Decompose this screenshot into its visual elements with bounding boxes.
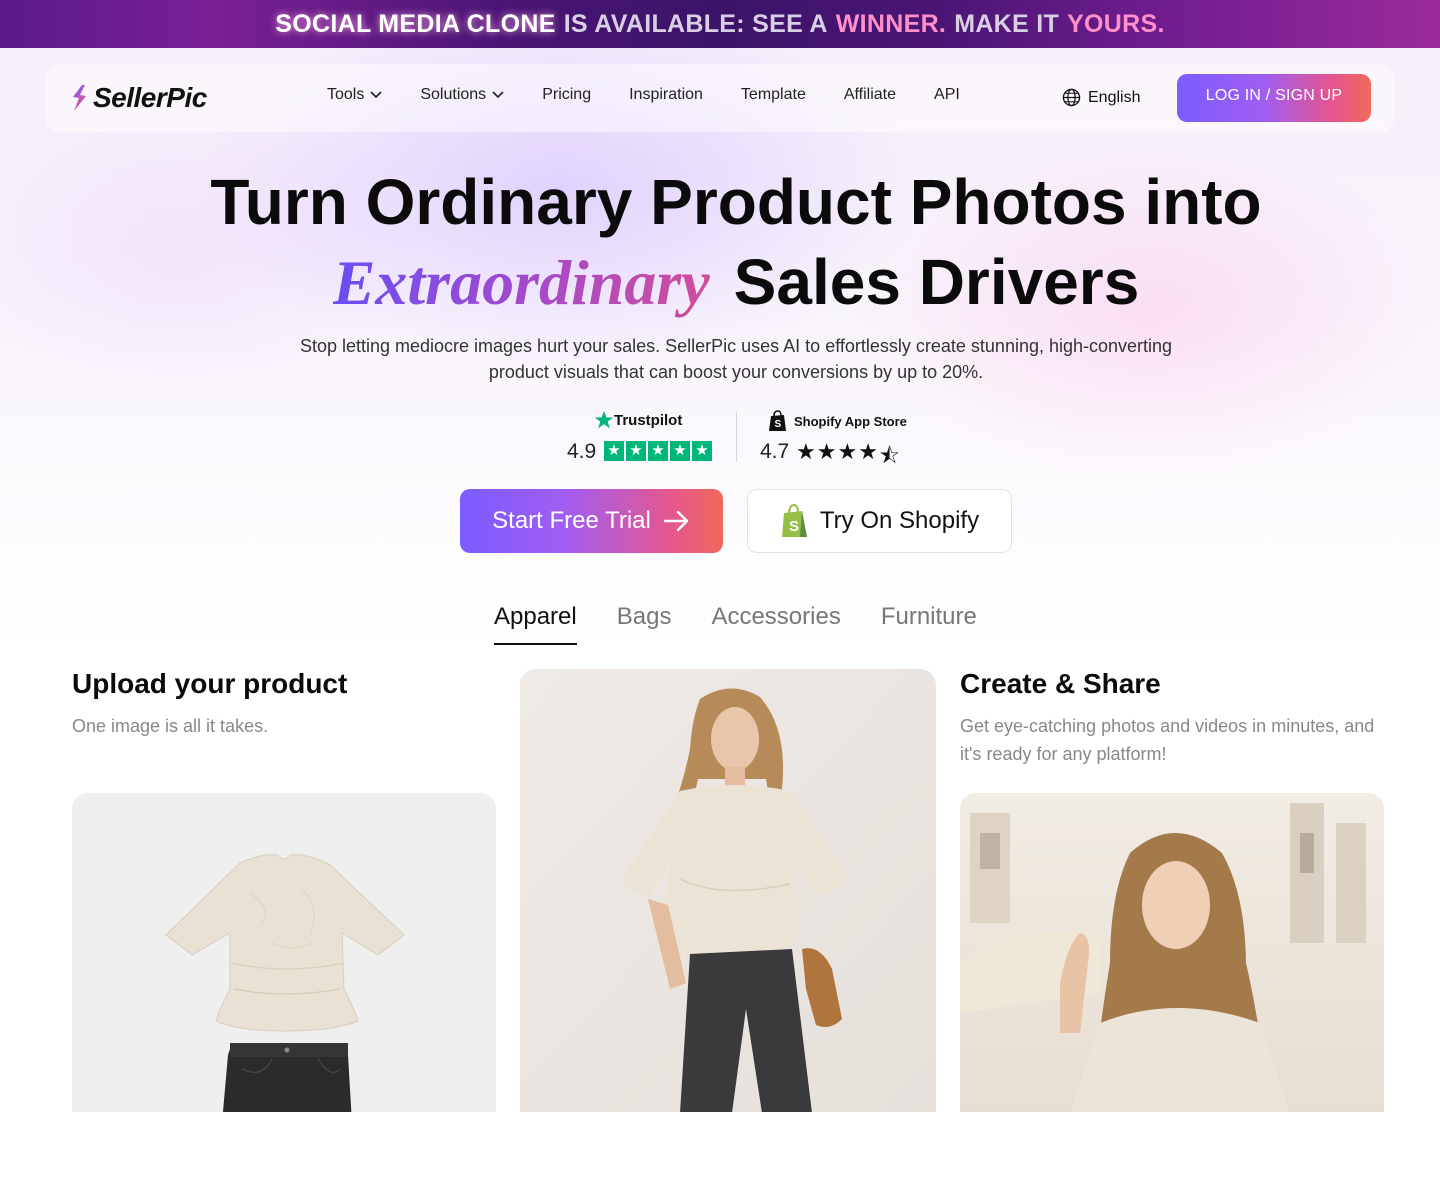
category-tabs: Apparel Bags Accessories Furniture (494, 603, 1017, 645)
hero-subtitle: Stop letting mediocre images hurt your s… (299, 336, 1173, 382)
shopify-logo-icon: S (781, 504, 807, 537)
login-signup-button[interactable]: LOG IN / SIGN UP (1177, 74, 1371, 122)
generated-lifestyle-image (960, 793, 1384, 1113)
shopify-score: 4.7 (760, 440, 790, 463)
half-star-icon: ⯪ (878, 443, 901, 468)
ratings-row: Trustpilot 4.9 ★ ★ ★ ★ ★ S Shopify App S… (0, 408, 1440, 468)
star-icon: ★ (626, 441, 646, 461)
trustpilot-score: 4.9 (567, 440, 597, 463)
language-label: English (1088, 88, 1141, 106)
promo-banner[interactable]: SOCIAL MEDIA CLONE IS AVAILABLE: SEE A W… (0, 0, 1440, 48)
hero-title-highlight: Extraordinary (332, 247, 710, 318)
star-icon: ★ (796, 439, 817, 464)
nav-affiliate[interactable]: Affiliate (844, 86, 896, 104)
svg-text:S: S (789, 518, 799, 535)
chevron-down-icon (370, 91, 382, 99)
banner-text-5: YOURS. (1067, 9, 1165, 38)
nav-solutions[interactable]: Solutions (420, 86, 504, 104)
nav-tools-label: Tools (327, 86, 365, 103)
hero-title-rest: Sales Drivers (733, 246, 1140, 318)
upload-description: One image is all it takes. (72, 716, 269, 736)
star-icon: ★ (816, 439, 838, 464)
nav-inspiration[interactable]: Inspiration (629, 86, 703, 104)
nav-api[interactable]: API (934, 86, 960, 104)
top-navigation: SellerPic Tools Solutions Pricing Inspir… (45, 64, 1395, 132)
banner-text-3: WINNER. (835, 9, 947, 38)
start-free-trial-button[interactable]: Start Free Trial (460, 489, 723, 553)
star-icon: ★ (648, 441, 668, 461)
trustpilot-stars: ★ ★ ★ ★ ★ (604, 441, 714, 461)
language-selector[interactable]: English (1062, 88, 1140, 107)
nav-template-label: Template (740, 86, 806, 103)
nav-tools[interactable]: Tools (327, 86, 382, 104)
upload-title: Upload your product (72, 668, 348, 699)
tab-bags[interactable]: Bags (617, 603, 672, 631)
product-upload-image (72, 793, 496, 1113)
star-icon: ★ (837, 439, 859, 464)
shopify-stars: ★ ★ ★ ★ ⯪ (796, 439, 901, 477)
hero-title-line1: Turn Ordinary Product Photos into (210, 166, 1262, 238)
hero-title-line2: Extraordinary Sales Drivers (0, 246, 1440, 336)
try-on-shopify-button[interactable]: S Try On Shopify (747, 489, 1012, 553)
nav-links: Tools Solutions Pricing Inspiration Temp… (327, 86, 998, 104)
arrow-right-icon (663, 510, 689, 532)
logo-text: SellerPic (93, 82, 207, 113)
star-icon: ★ (692, 441, 712, 461)
page-footer-space (0, 1112, 1440, 1200)
star-icon: ★ (858, 439, 879, 464)
shopify-app-store-logo: S Shopify App Store (768, 410, 907, 432)
star-icon: ★ (670, 441, 690, 461)
street-lifestyle-illustration (960, 793, 1384, 1113)
banner-text-1: SOCIAL MEDIA CLONE (275, 9, 556, 38)
model-photo-image (520, 669, 936, 1113)
try-on-shopify-label: Try On Shopify (819, 507, 980, 534)
trustpilot-name: Trustpilot (614, 411, 683, 429)
globe-icon (1062, 88, 1081, 107)
start-free-trial-label: Start Free Trial (492, 507, 651, 534)
logo[interactable]: SellerPic (68, 82, 207, 114)
create-share-description: Get eye-catching photos and videos in mi… (960, 716, 1375, 764)
nav-api-label: API (934, 86, 960, 103)
nav-solutions-label: Solutions (420, 86, 487, 103)
shopify-bag-icon: S (769, 410, 786, 431)
trustpilot-logo: Trustpilot (594, 410, 682, 430)
shopify-store-name: Shopify App Store (794, 413, 907, 429)
nav-template[interactable]: Template (741, 86, 806, 104)
nav-pricing-label: Pricing (542, 86, 592, 103)
svg-text:S: S (775, 419, 782, 430)
create-share-title: Create & Share (960, 668, 1161, 699)
nav-affiliate-label: Affiliate (843, 86, 897, 103)
star-icon: ★ (604, 441, 624, 461)
nav-inspiration-label: Inspiration (629, 86, 703, 103)
tab-apparel[interactable]: Apparel (494, 603, 577, 645)
tab-furniture[interactable]: Furniture (881, 603, 977, 631)
rating-divider (736, 412, 737, 462)
chevron-down-icon (492, 91, 504, 99)
flatlay-product-illustration (72, 793, 496, 1113)
model-photo-illustration (520, 669, 936, 1113)
tab-accessories[interactable]: Accessories (711, 603, 840, 631)
logo-mark-icon (73, 85, 86, 111)
banner-text-4: MAKE IT (954, 9, 1060, 38)
nav-pricing[interactable]: Pricing (542, 86, 591, 104)
trustpilot-star-icon (594, 410, 614, 429)
banner-text-2: IS AVAILABLE: SEE A (563, 9, 828, 38)
